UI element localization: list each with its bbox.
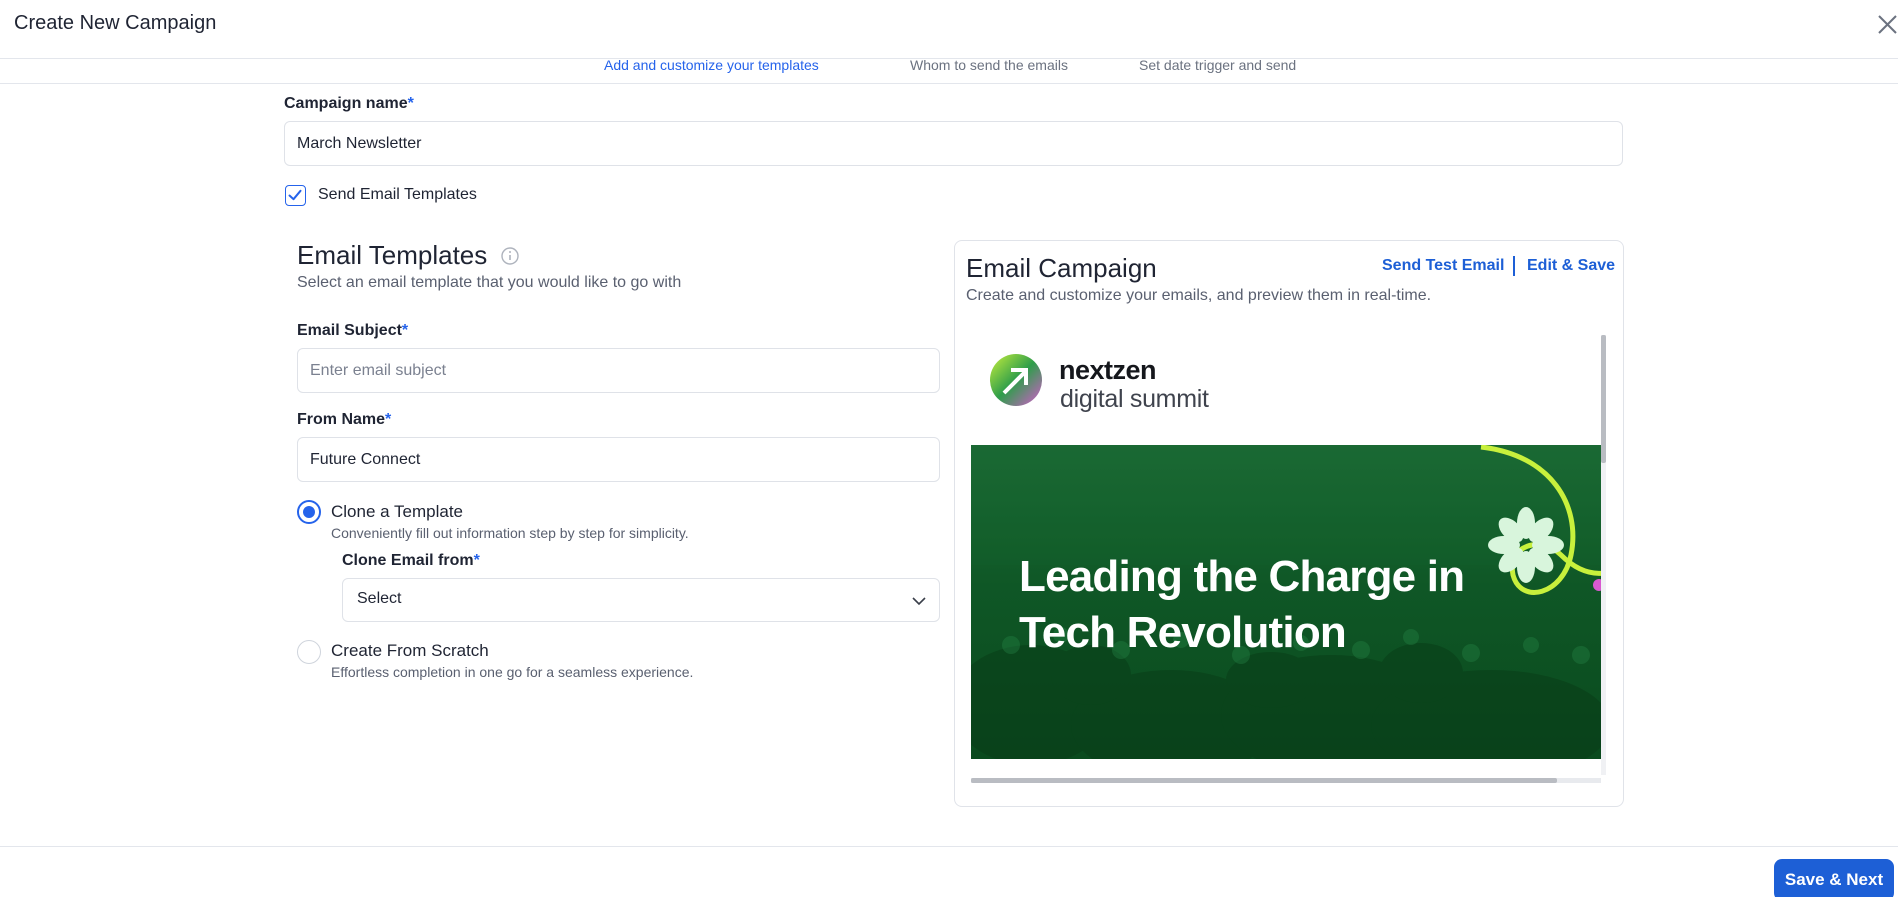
edit-save-link[interactable]: Edit & Save (1527, 257, 1615, 275)
from-name-label-text: From Name (297, 411, 386, 428)
from-name-label: From Name* (297, 411, 391, 429)
campaign-name-input[interactable] (284, 121, 1623, 166)
email-subject-input[interactable] (297, 348, 940, 393)
campaign-name-label-text: Campaign name (284, 95, 408, 112)
logo-name: nextzen (1059, 355, 1157, 385)
preview-vertical-scrollbar[interactable] (1601, 335, 1606, 463)
preview-horizontal-scrollbar[interactable] (971, 778, 1557, 783)
step-3-description[interactable]: Set date trigger and send (1139, 59, 1296, 73)
info-icon[interactable] (500, 246, 520, 266)
banner-headline: Leading the Charge in Tech Revolution (1019, 552, 1465, 657)
nextzen-logo-icon (990, 354, 1042, 406)
clone-template-label[interactable]: Clone a Template (331, 502, 463, 522)
link-separator (1513, 256, 1515, 276)
clone-email-from-value: Select (357, 590, 402, 607)
chevron-down-icon (912, 597, 926, 606)
campaign-name-label: Campaign name* (284, 95, 414, 113)
clone-email-from-select[interactable]: Select (342, 578, 940, 622)
email-campaign-card: Email Campaign Send Test Email Edit & Sa… (954, 240, 1624, 807)
modal-footer: Save & Next (0, 846, 1898, 897)
required-mark: * (385, 411, 392, 428)
clone-template-radio[interactable] (297, 500, 321, 524)
send-templates-label: Send Email Templates (318, 186, 477, 203)
email-templates-title: Email Templates (297, 240, 488, 270)
modal-header: Create New Campaign (0, 0, 1898, 59)
create-from-scratch-description: Effortless completion in one go for a se… (331, 664, 694, 680)
modal-title: Create New Campaign (14, 12, 217, 34)
send-templates-checkbox[interactable] (285, 185, 306, 206)
close-icon[interactable] (1876, 12, 1898, 36)
create-from-scratch-label[interactable]: Create From Scratch (331, 641, 489, 661)
clone-email-from-label-text: Clone Email from (342, 552, 474, 569)
from-name-input[interactable] (297, 437, 940, 482)
email-subject-label: Email Subject* (297, 322, 408, 340)
required-mark: * (407, 95, 414, 112)
email-banner: Leading the Charge in Tech Revolution (971, 445, 1601, 759)
email-campaign-subtitle: Create and customize your emails, and pr… (966, 287, 1432, 304)
step-2-description[interactable]: Whom to send the emails (910, 59, 1068, 73)
clone-email-from-label: Clone Email from* (342, 552, 480, 570)
logo-tagline: digital summit (1060, 385, 1209, 413)
required-mark: * (473, 552, 480, 569)
email-templates-subtitle: Select an email template that you would … (297, 274, 682, 291)
create-from-scratch-radio[interactable] (297, 640, 321, 664)
send-test-email-link[interactable]: Send Test Email (1382, 257, 1504, 275)
step-1-description[interactable]: Add and customize your templates (604, 59, 819, 73)
required-mark: * (401, 322, 409, 339)
email-campaign-title: Email Campaign (966, 253, 1157, 283)
email-preview[interactable]: nextzen digital summit Leading the Charg… (971, 335, 1601, 767)
email-subject-label-text: Email Subject (297, 322, 402, 339)
checkmark-icon (288, 189, 302, 201)
clone-template-description: Conveniently fill out information step b… (331, 525, 689, 541)
create-campaign-modal: Create New Campaign Add and customize yo… (0, 0, 1898, 897)
stepper: Add and customize your templates Whom to… (0, 59, 1898, 84)
save-next-button[interactable]: Save & Next (1774, 859, 1894, 897)
